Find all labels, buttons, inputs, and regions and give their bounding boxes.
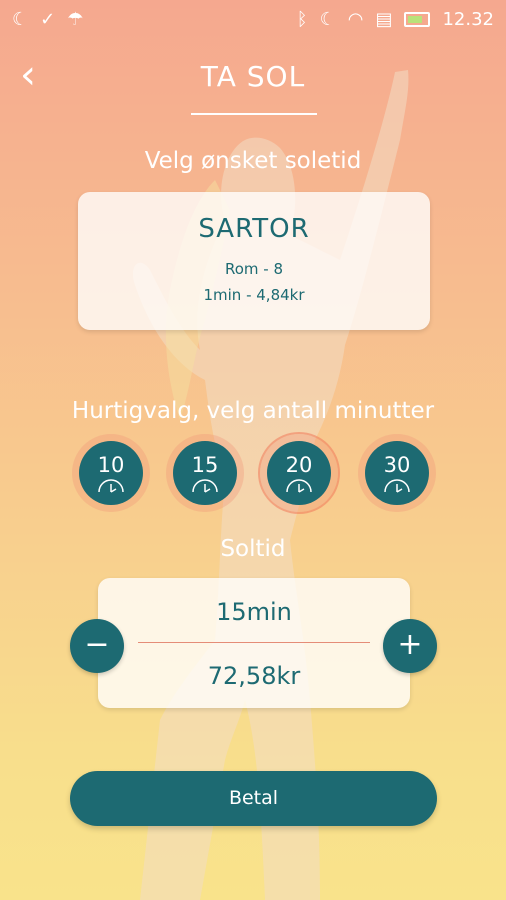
quick-select-value: 30 [383, 453, 411, 477]
title-underline [191, 113, 317, 115]
moon-icon: ☾ [319, 8, 336, 30]
page-title: TA SOL [200, 60, 306, 93]
quick-select-label: Hurtigvalg, velg antall minutter [71, 398, 435, 424]
choose-time-label: Velg ønsket soletid [144, 148, 362, 174]
quick-select-value: 10 [97, 453, 125, 477]
salon-info-card: SARTOR Rom - 8 1min - 4,84kr [78, 192, 430, 330]
decrease-button[interactable]: − [70, 619, 124, 673]
quick-select-20-button[interactable]: 20 [260, 434, 338, 512]
status-bar: ☾ ✓ ☂ ᛒ ☾ ◠ ▤ 12.32 [0, 0, 506, 38]
clock-icon [98, 479, 124, 493]
sim-icon: ▤ [375, 8, 393, 30]
moon-icon: ☾ [12, 8, 29, 30]
check-icon: ✓ [40, 8, 56, 30]
clock-icon [286, 479, 312, 493]
quick-select-10-button[interactable]: 10 [72, 434, 150, 512]
wifi-icon: ◠ [347, 8, 364, 30]
increase-button[interactable]: + [383, 619, 437, 673]
quick-select-row: 10 15 20 30 [0, 434, 506, 514]
total-price-value: 72,58kr [207, 662, 301, 690]
quick-select-value: 20 [285, 453, 313, 477]
salon-price-rate: 1min - 4,84kr [203, 286, 305, 304]
pay-button[interactable]: Betal [70, 771, 437, 826]
minutes-value: 15min [216, 598, 292, 626]
battery-icon [404, 11, 431, 27]
quick-select-value: 15 [191, 453, 219, 477]
divider [138, 642, 370, 643]
status-icons-left: ☾ ✓ ☂ [12, 9, 83, 30]
quick-select-15-button[interactable]: 15 [166, 434, 244, 512]
status-icons-right: ᛒ ☾ ◠ ▤ 12.32 [297, 9, 494, 30]
salon-room: Rom - 8 [224, 260, 284, 278]
minus-icon: − [84, 627, 110, 662]
clock-icon [384, 479, 410, 493]
solar-time-card: 15min 72,58kr [98, 578, 410, 708]
android-icon: ☂ [67, 8, 84, 30]
status-time: 12.32 [442, 8, 494, 30]
quick-select-30-button[interactable]: 30 [358, 434, 436, 512]
header: ‹ TA SOL [0, 50, 506, 120]
bluetooth-icon: ᛒ [296, 8, 308, 30]
plus-icon: + [397, 627, 423, 662]
solar-time-label: Soltid [220, 536, 286, 562]
salon-name: SARTOR [198, 214, 310, 244]
clock-icon [192, 479, 218, 493]
